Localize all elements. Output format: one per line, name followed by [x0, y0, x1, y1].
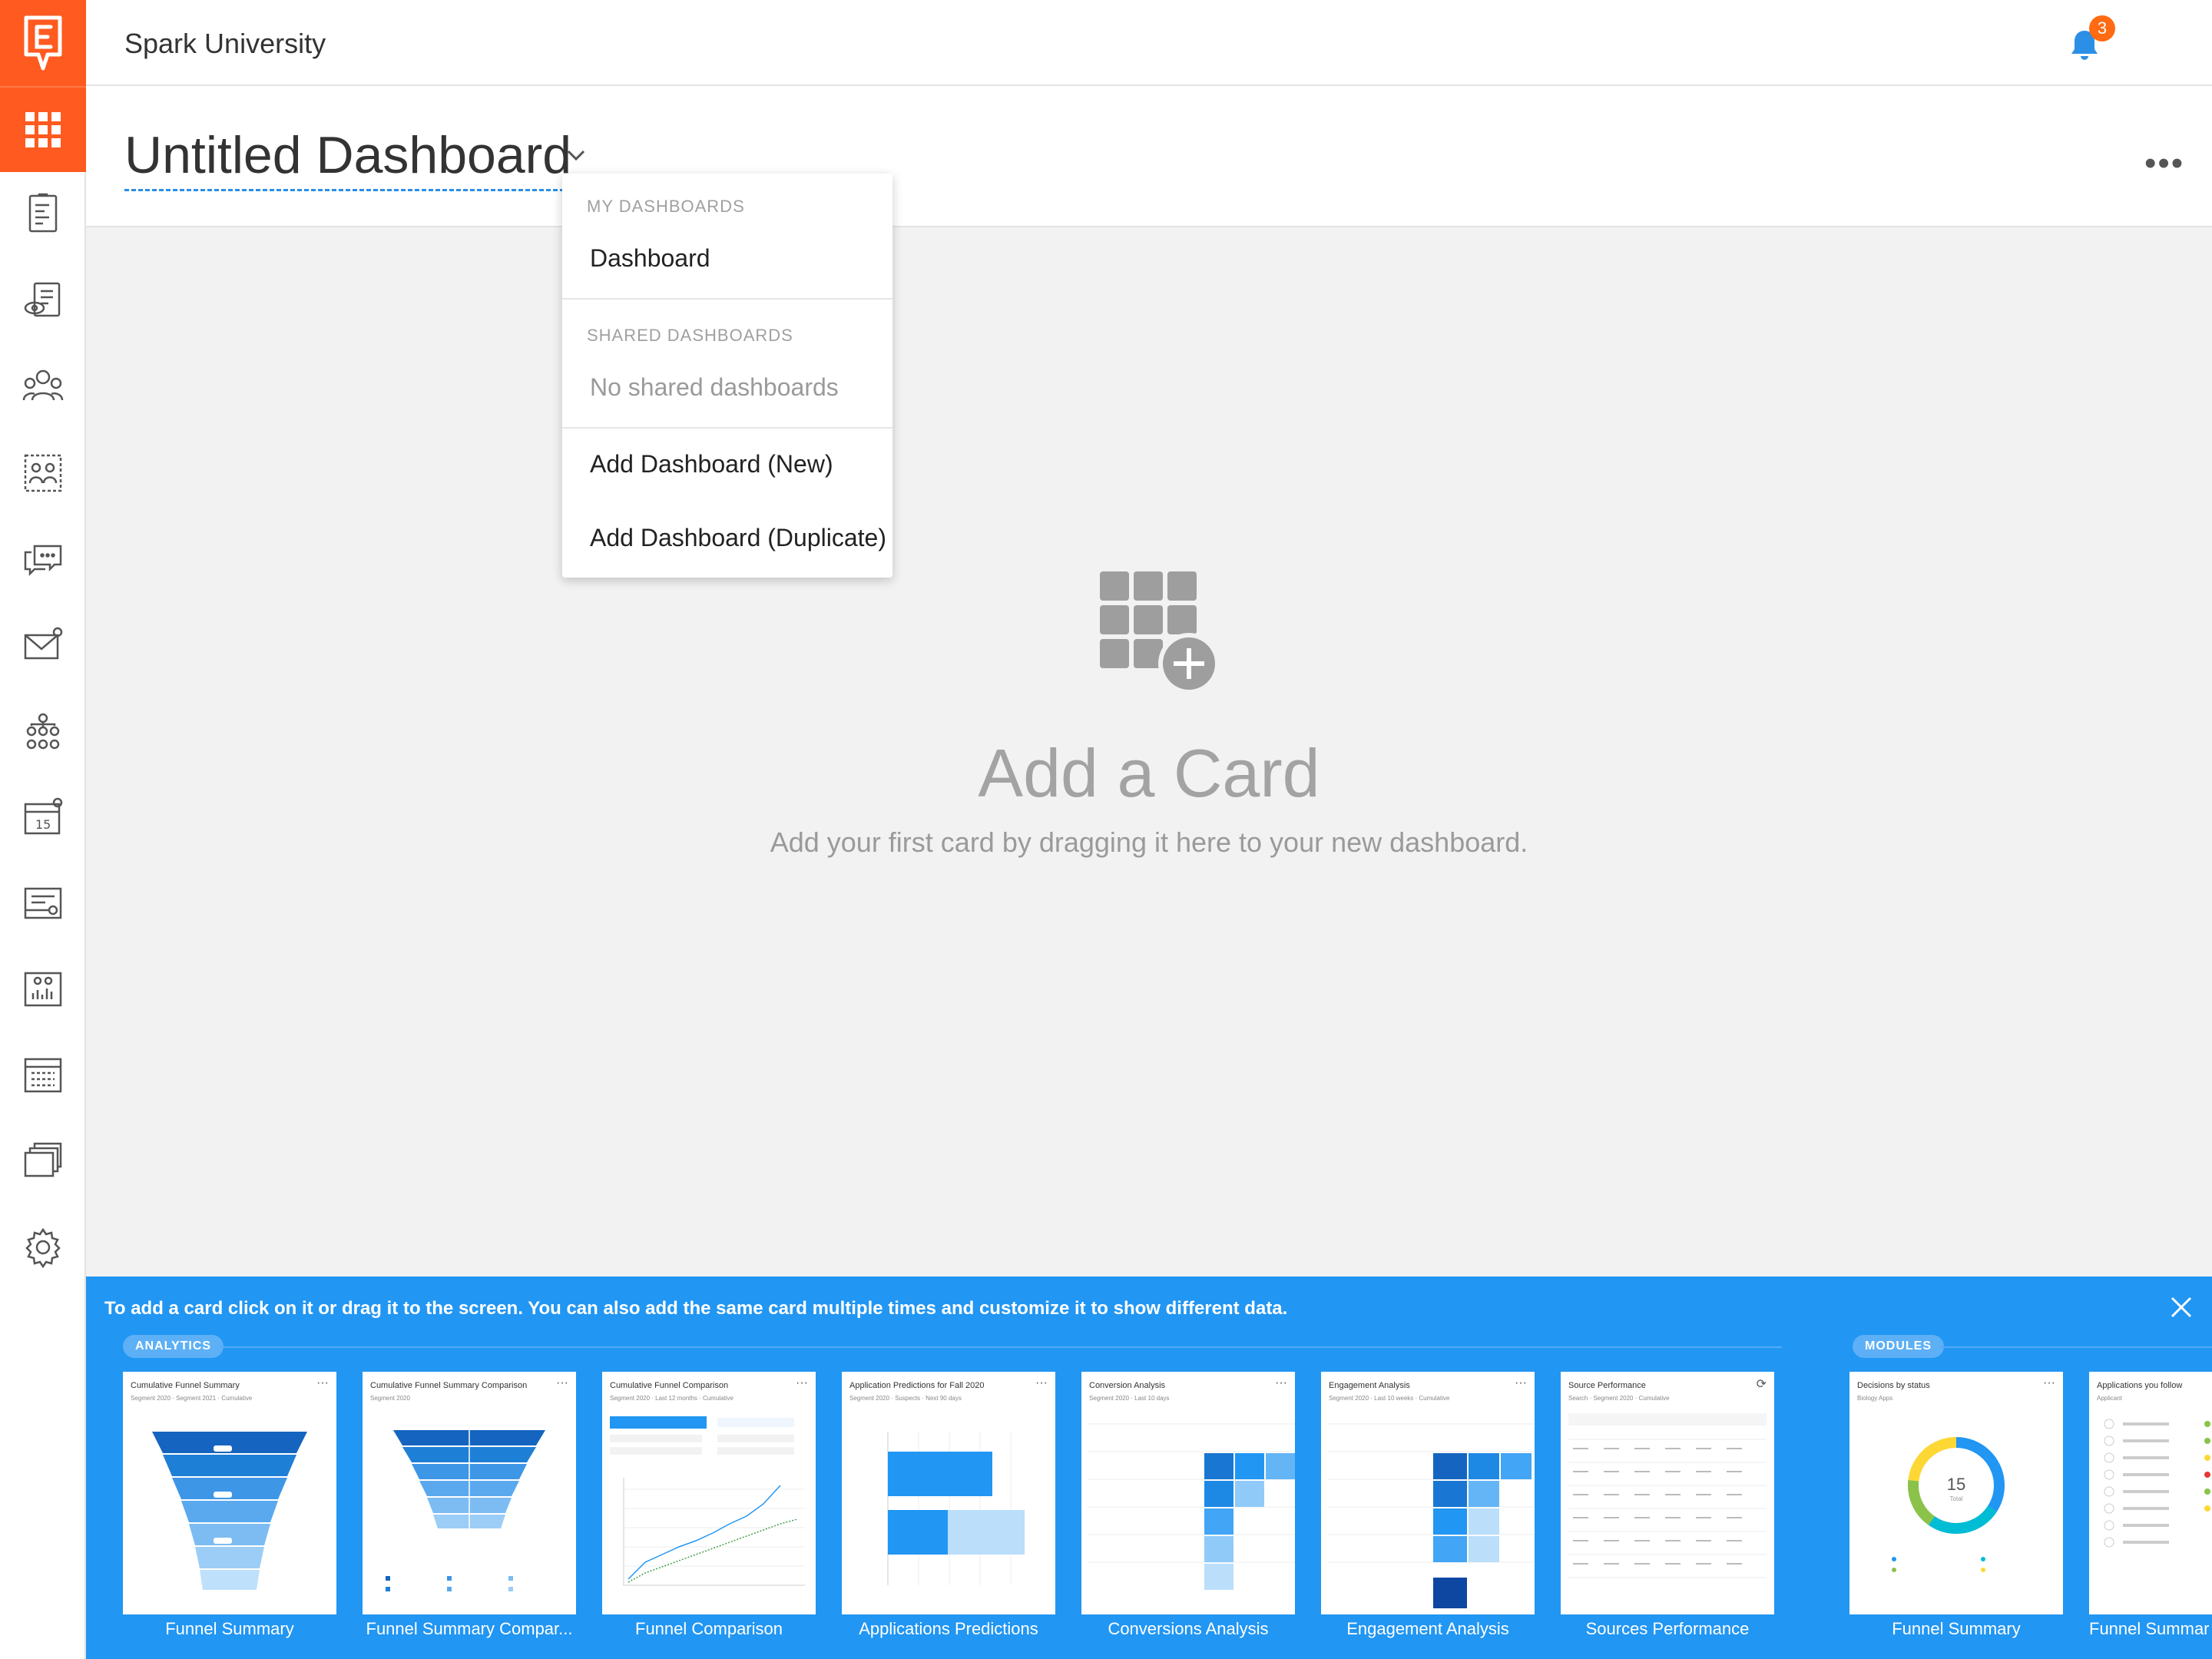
card-label: Funnel Comparison — [635, 1619, 783, 1638]
card-label: Funnel Summary — [1892, 1619, 2021, 1638]
card-engagement-analysis[interactable]: Engagement Analysis ··· Segment 2020 · L… — [1321, 1372, 1535, 1614]
documents-icon[interactable] — [20, 1138, 66, 1184]
notification-badge: 3 — [2089, 15, 2115, 41]
card-filters: Segment 2020 · Last 10 days — [1089, 1395, 1170, 1402]
dashboard-title-bar: Untitled Dashboard ••• — [86, 86, 2212, 227]
grid-apps-icon[interactable] — [0, 86, 86, 172]
card-label: Funnel Summary Compar... — [366, 1619, 573, 1638]
review-icon[interactable] — [20, 278, 66, 324]
modules-tag: MODULES — [1853, 1335, 1944, 1358]
card-funnel-summary[interactable]: Cumulative Funnel Summary ··· Segment 20… — [123, 1372, 336, 1614]
email-icon[interactable] — [20, 622, 66, 668]
contacts-icon[interactable] — [20, 364, 66, 410]
card-funnel-comparison[interactable]: Cumulative Funnel Comparison ··· Segment… — [602, 1372, 816, 1614]
table-thumbnail — [1568, 1413, 1767, 1578]
card-filters: Segment 2020 · Segment 2021 · Cumulative — [131, 1395, 253, 1402]
sidebar: 15 — [0, 0, 86, 1659]
empty-state-title: Add a Card — [978, 735, 1320, 811]
divider — [562, 427, 892, 429]
card-title: Cumulative Funnel Summary Comparison — [370, 1381, 528, 1390]
card-filters: Segment 2020 · Suspects · Next 90 days — [849, 1395, 962, 1402]
divider — [1940, 1346, 2212, 1348]
card-title: Cumulative Funnel Comparison — [610, 1381, 729, 1390]
card-label: Applications Predictions — [859, 1619, 1038, 1638]
divider — [220, 1346, 1782, 1348]
card-title: Applications you follow — [2097, 1381, 2183, 1390]
card-applications-you-follow[interactable]: Applications you follow Applicant — [2089, 1372, 2212, 1614]
card-label: Engagement Analysis — [1346, 1619, 1509, 1638]
card-funnel-summary-comparison[interactable]: Cumulative Funnel Summary Comparison ···… — [363, 1372, 576, 1614]
card-title: Conversion Analysis — [1089, 1381, 1166, 1390]
card-decisions-by-status[interactable]: Decisions by status ··· Biology Apps 15 … — [1849, 1372, 2063, 1614]
divider — [562, 298, 892, 300]
analytics-tag: ANALYTICS — [123, 1335, 224, 1358]
donut-total-value: 15 — [1947, 1475, 1965, 1494]
card-filters: Segment 2020 · Last 12 months · Cumulati… — [610, 1395, 733, 1402]
workflow-icon[interactable] — [20, 708, 66, 754]
messages-icon[interactable] — [20, 536, 66, 582]
more-options-button[interactable]: ••• — [2144, 144, 2184, 183]
card-more-icon: ··· — [1035, 1376, 1048, 1389]
card-more-icon: ··· — [1275, 1376, 1287, 1389]
card-sources-performance[interactable]: Source Performance ⟳ Search · Segment 20… — [1561, 1372, 1774, 1614]
list-thumbnail — [2104, 1419, 2210, 1548]
card-conversions-analysis[interactable]: Conversion Analysis ··· Segment 2020 · L… — [1081, 1372, 1295, 1614]
events-icon[interactable] — [20, 880, 66, 926]
svg-text:15: 15 — [35, 817, 51, 832]
card-label: Conversions Analysis — [1108, 1619, 1269, 1638]
funnel-comparison-thumbnail — [386, 1430, 545, 1591]
card-tray: To add a card click on it or drag it to … — [86, 1277, 2212, 1659]
card-more-icon: ··· — [1515, 1376, 1527, 1389]
card-filters: Biology Apps — [1857, 1395, 1893, 1402]
card-title: Engagement Analysis — [1329, 1381, 1410, 1390]
add-dashboard-new-item[interactable]: Add Dashboard (New) — [590, 450, 833, 478]
card-more-icon: ··· — [2043, 1376, 2055, 1389]
card-filters: Search · Segment 2020 · Cumulative — [1568, 1395, 1670, 1402]
no-shared-dashboards-text: No shared dashboards — [590, 373, 839, 401]
top-header: Spark University 3 — [86, 0, 2212, 86]
dashboard-menu-item[interactable]: Dashboard — [590, 244, 710, 273]
card-title: Decisions by status — [1857, 1381, 1930, 1390]
dashboard-switcher-dropdown: MY DASHBOARDS Dashboard SHARED DASHBOARD… — [562, 174, 892, 578]
card-label: Funnel Summar — [2089, 1619, 2210, 1638]
heatmap-thumbnail — [1327, 1423, 1535, 1608]
dashboard-title[interactable]: Untitled Dashboard — [124, 124, 572, 191]
brand-logo-icon[interactable] — [0, 0, 86, 86]
groups-icon[interactable] — [20, 450, 66, 496]
tray-instructions: To add a card click on it or drag it to … — [104, 1298, 1288, 1319]
dashboard-canvas[interactable]: Add a Card Add your first card by draggi… — [86, 227, 2212, 1277]
funnel-thumbnail — [152, 1432, 307, 1590]
card-title: Cumulative Funnel Summary — [131, 1381, 240, 1390]
card-filters: Segment 2020 — [370, 1395, 411, 1402]
reports-icon[interactable] — [20, 966, 66, 1012]
settings-icon[interactable] — [20, 1224, 66, 1270]
card-applications-predictions[interactable]: Application Predictions for Fall 2020 ··… — [842, 1372, 1055, 1614]
card-title: Application Predictions for Fall 2020 — [849, 1381, 985, 1390]
card-label: Funnel Summary — [165, 1619, 294, 1638]
my-dashboards-label: MY DASHBOARDS — [587, 197, 745, 216]
empty-state-subtitle: Add your first card by dragging it here … — [770, 826, 1528, 858]
donut-chart-thumbnail: 15 Total — [1892, 1437, 2005, 1572]
table-icon[interactable] — [20, 1052, 66, 1098]
organization-name: Spark University — [124, 28, 326, 59]
chevron-down-icon[interactable] — [561, 140, 591, 171]
shared-dashboards-label: SHARED DASHBOARDS — [587, 326, 793, 345]
forms-icon[interactable] — [20, 190, 66, 237]
card-more-icon: ··· — [796, 1376, 808, 1389]
card-filters: Applicant — [2097, 1395, 2122, 1402]
bar-chart-thumbnail — [887, 1432, 1025, 1585]
grid-plus-icon — [1100, 571, 1220, 694]
close-icon[interactable] — [2167, 1293, 2195, 1321]
line-chart-thumbnail — [610, 1416, 805, 1586]
card-more-icon: ··· — [316, 1376, 329, 1389]
add-dashboard-duplicate-item[interactable]: Add Dashboard (Duplicate) — [590, 524, 886, 552]
card-filters: Segment 2020 · Last 10 weeks · Cumulativ… — [1329, 1395, 1450, 1402]
heatmap-thumbnail — [1088, 1423, 1295, 1590]
card-more-icon: ··· — [556, 1376, 568, 1389]
donut-total-caption: Total — [1950, 1495, 1963, 1502]
card-more-icon: ⟳ — [1756, 1378, 1767, 1391]
calendar-icon[interactable]: 15 — [20, 794, 66, 840]
card-label: Sources Performance — [1585, 1619, 1750, 1638]
card-title: Source Performance — [1568, 1381, 1646, 1390]
